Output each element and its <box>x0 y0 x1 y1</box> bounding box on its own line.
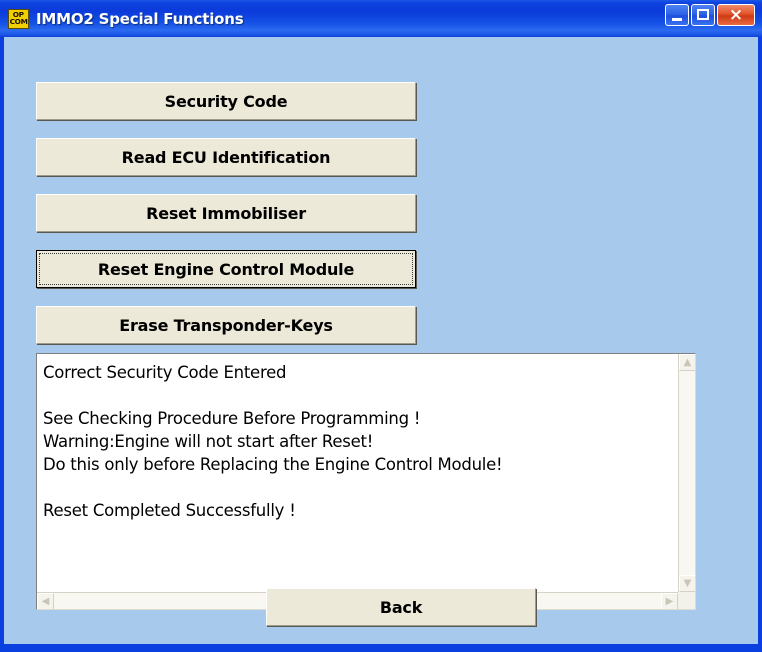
maximize-button[interactable] <box>691 4 715 26</box>
minimize-icon <box>672 18 682 21</box>
button-label: Back <box>379 597 423 617</box>
output-line-blank <box>43 476 678 499</box>
button-label: Erase Transponder-Keys <box>119 315 333 335</box>
minimize-button[interactable] <box>665 4 689 26</box>
button-label: Read ECU Identification <box>121 147 331 167</box>
close-icon: × <box>728 4 744 25</box>
output-line: Do this only before Replacing the Engine… <box>43 455 503 474</box>
read-ecu-identification-button[interactable]: Read ECU Identification <box>36 138 416 176</box>
output-text-panel[interactable]: Correct Security Code Entered See Checki… <box>36 353 696 610</box>
back-button[interactable]: Back <box>266 588 536 626</box>
window-controls: × <box>665 4 755 26</box>
output-line: See Checking Procedure Before Programmin… <box>43 409 421 428</box>
client-area: Security Code Read ECU Identification Re… <box>0 37 762 648</box>
close-button[interactable]: × <box>717 4 755 26</box>
scroll-up-icon[interactable]: ▲ <box>679 354 695 371</box>
output-text-content: Correct Security Code Entered See Checki… <box>37 354 678 592</box>
application-window: OP COM IMMO2 Special Functions × Securit… <box>0 0 762 652</box>
logo-line-2: COM <box>9 17 28 26</box>
window-title: IMMO2 Special Functions <box>36 9 244 28</box>
maximize-icon <box>697 9 709 20</box>
vertical-scrollbar[interactable]: ▲ ▼ <box>678 354 695 592</box>
button-label: Reset Immobiliser <box>146 203 306 223</box>
title-bar[interactable]: OP COM IMMO2 Special Functions × <box>0 0 762 37</box>
security-code-button[interactable]: Security Code <box>36 82 416 120</box>
watermark-text: www.car-auto-repair.com <box>397 646 738 648</box>
reset-engine-control-module-button[interactable]: Reset Engine Control Module <box>36 250 416 288</box>
scroll-left-icon[interactable]: ◀ <box>37 593 54 609</box>
vertical-scroll-track[interactable] <box>679 371 695 575</box>
reset-immobiliser-button[interactable]: Reset Immobiliser <box>36 194 416 232</box>
output-line: Reset Completed Successfully ! <box>43 501 296 520</box>
erase-transponder-keys-button[interactable]: Erase Transponder-Keys <box>36 306 416 344</box>
opcom-logo-icon: OP COM <box>8 8 29 29</box>
output-line: Warning:Engine will not start after Rese… <box>43 432 374 451</box>
button-label: Reset Engine Control Module <box>97 259 355 279</box>
button-label: Security Code <box>164 91 288 111</box>
scroll-right-icon[interactable]: ▶ <box>661 593 678 609</box>
scroll-down-icon[interactable]: ▼ <box>679 575 695 592</box>
output-line: Correct Security Code Entered <box>43 363 287 382</box>
output-line-blank <box>43 384 678 407</box>
scrollbar-corner <box>678 592 695 609</box>
